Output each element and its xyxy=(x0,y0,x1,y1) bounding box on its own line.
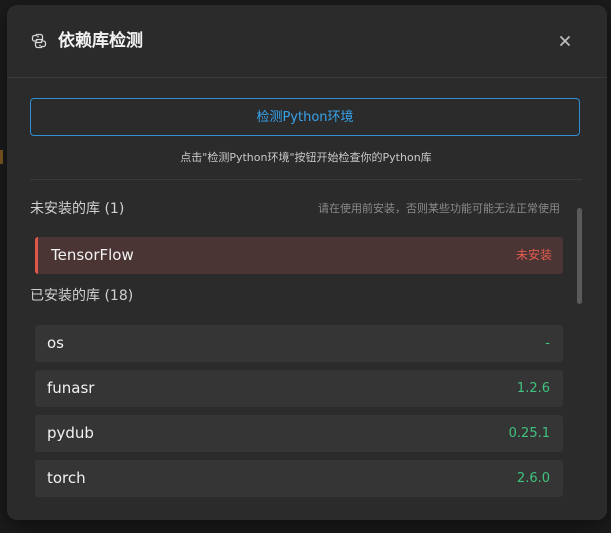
library-version: - xyxy=(545,336,550,351)
dialog-title: 依赖库检测 xyxy=(58,31,143,51)
dialog-header: 依赖库检测 xyxy=(7,5,607,78)
close-button[interactable] xyxy=(553,29,577,53)
detect-python-button[interactable]: 检测Python环境 xyxy=(30,98,580,136)
missing-library-item: TensorFlow 未安装 xyxy=(35,237,563,274)
installed-library-list: os - funasr 1.2.6 pydub 0.25.1 torch 2.6… xyxy=(35,325,563,505)
dialog-body: 检测Python环境 点击"检测Python环境"按钮开始检查你的Python库… xyxy=(7,78,607,520)
library-name: TensorFlow xyxy=(51,246,134,264)
library-name: torch xyxy=(47,469,86,487)
library-version: 0.25.1 xyxy=(508,426,550,441)
missing-section-note: 请在使用前安装，否则某些功能可能无法正常使用 xyxy=(318,202,560,215)
installed-section-header: 已安装的库 (18) xyxy=(30,286,562,306)
library-name: pydub xyxy=(47,424,94,442)
library-name: os xyxy=(47,334,64,352)
scrollbar-thumb[interactable] xyxy=(577,208,582,304)
backdrop-accent xyxy=(0,150,3,164)
library-name: funasr xyxy=(47,379,95,397)
python-icon xyxy=(30,32,48,50)
divider xyxy=(30,179,582,180)
installed-library-item: funasr 1.2.6 xyxy=(35,370,563,407)
installed-library-item: torch 2.6.0 xyxy=(35,460,563,497)
close-icon xyxy=(560,36,570,46)
missing-section-title: 未安装的库 (1) xyxy=(30,201,125,217)
library-list-scroll-area[interactable]: 未安装的库 (1) 请在使用前安装，否则某些功能可能无法正常使用 TensorF… xyxy=(30,199,575,520)
installed-section-title: 已安装的库 (18) xyxy=(30,288,134,304)
library-version: 1.2.6 xyxy=(516,381,550,396)
detect-hint: 点击"检测Python环境"按钮开始检查你的Python库 xyxy=(180,151,432,164)
library-version: 2.6.0 xyxy=(516,471,550,486)
installed-library-item: pydub 0.25.1 xyxy=(35,415,563,452)
dependency-check-dialog: 依赖库检测 检测Python环境 点击"检测Python环境"按钮开始检查你的P… xyxy=(7,5,607,520)
installed-library-item: os - xyxy=(35,325,563,362)
missing-status: 未安装 xyxy=(515,248,552,262)
missing-section-header: 未安装的库 (1) 请在使用前安装，否则某些功能可能无法正常使用 xyxy=(30,199,562,219)
